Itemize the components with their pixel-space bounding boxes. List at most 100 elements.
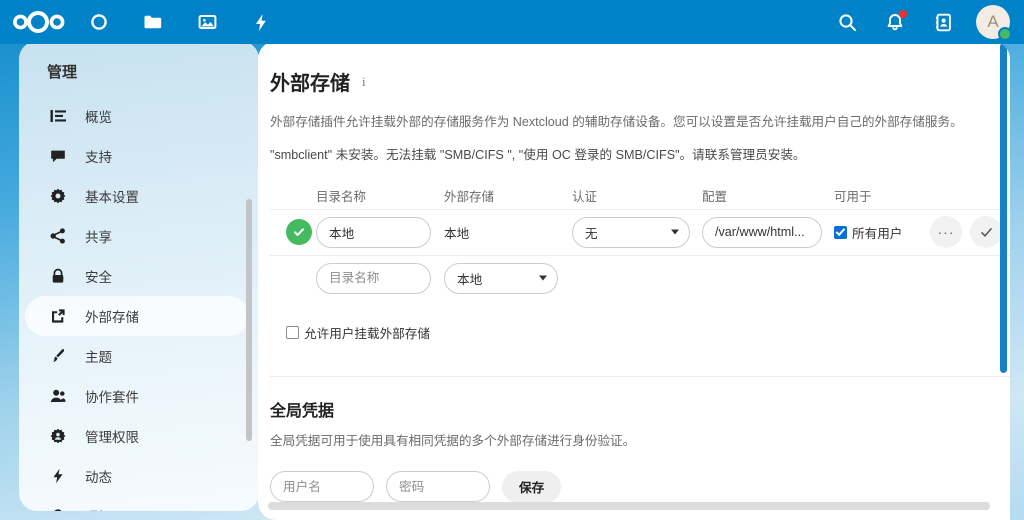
table-header-row: 目录名称 外部存储 认证 配置 可用于: [270, 183, 1010, 209]
row-backend-label: 本地: [444, 226, 470, 241]
sidebar-item-label: 外部存储: [85, 310, 139, 325]
search-icon[interactable]: [832, 7, 862, 37]
admin-gear-icon: [47, 428, 69, 444]
smbclient-warning: "smbclient" 未安装。无法挂载 "SMB/CIFS ", "使用 OC…: [270, 147, 806, 162]
all-users-checkbox[interactable]: 所有用户: [834, 223, 930, 242]
avatar[interactable]: A: [976, 5, 1012, 41]
ellipsis-icon: ···: [937, 224, 955, 241]
sidebar-item-label: 共享: [85, 230, 112, 245]
sidebar-item-support[interactable]: 支持: [25, 136, 249, 176]
notification-badge-dot: [899, 10, 907, 18]
external-storage-table: 目录名称 外部存储 认证 配置 可用于 本地 本地 无 /var/www/htm…: [270, 183, 1010, 301]
username-input[interactable]: [270, 471, 374, 503]
sidebar-item-theming[interactable]: 主题: [25, 336, 249, 376]
row-actions-cell: ···: [930, 216, 1010, 249]
global-credentials-form: 保存: [270, 470, 1010, 503]
nextcloud-logo[interactable]: [0, 11, 78, 33]
column-header-configuration: 配置: [702, 190, 728, 205]
sidebar-item-groupware[interactable]: 协作套件: [25, 376, 249, 416]
checkbox-box: [286, 325, 299, 339]
group-icon: [47, 388, 69, 404]
allow-user-mount-checkbox[interactable]: 允许用户挂载外部存储: [286, 323, 1010, 342]
main-vertical-scrollbar[interactable]: [1000, 43, 1007, 373]
authentication-select-value: 无: [572, 216, 690, 248]
external-link-icon: [47, 308, 69, 324]
sidebar-item-label: 主题: [85, 350, 112, 365]
brush-icon: [47, 348, 69, 364]
sidebar-item-label: 动态: [85, 470, 112, 485]
list-icon: [47, 108, 69, 124]
global-credentials-section: 全局凭据 全局凭据可用于使用具有相同凭据的多个外部存储进行身份验证。 保存: [270, 375, 1010, 503]
sidebar-item-security[interactable]: 安全: [25, 256, 249, 296]
main-content-panel: 外部存储 i 外部存储插件允许挂载外部的存储服务作为 Nextcloud 的辅助…: [258, 41, 1010, 520]
configuration-input[interactable]: [702, 216, 822, 248]
table-row: 本地 无 所有用户: [270, 208, 1010, 255]
sidebar-item-notifications[interactable]: 通知: [25, 496, 249, 511]
notifications-bell-icon[interactable]: [880, 7, 910, 37]
app-header: A: [0, 0, 1024, 44]
main-horizontal-scrollbar[interactable]: [268, 502, 990, 510]
sidebar-title: 管理: [47, 64, 78, 81]
new-backend-select-value: 本地: [444, 262, 558, 294]
new-row-backend-cell: 本地: [444, 262, 704, 294]
sidebar-item-basic-settings[interactable]: 基本设置: [25, 176, 249, 216]
status-ok-icon: [286, 219, 312, 246]
authentication-select[interactable]: 无: [572, 216, 690, 248]
lightning-icon[interactable]: [244, 5, 278, 39]
settings-sidebar: 管理 概览 支持 基本设置 共享 安全 外部存储 主题 协作套件 管理权限 动态: [19, 41, 259, 511]
folder-icon[interactable]: [136, 5, 170, 39]
info-icon[interactable]: i: [362, 74, 366, 90]
sidebar-item-activity[interactable]: 动态: [25, 456, 249, 496]
new-backend-select[interactable]: 本地: [444, 262, 558, 294]
column-header-authentication: 认证: [572, 190, 598, 205]
sidebar-item-label: 基本设置: [85, 190, 139, 205]
header-actions: A: [832, 5, 1024, 41]
global-credentials-description: 全局凭据可用于使用具有相同凭据的多个外部存储进行身份验证。: [270, 433, 636, 448]
gear-icon: [47, 188, 69, 204]
external-storage-description: 外部存储插件允许挂载外部的存储服务作为 Nextcloud 的辅助存储设备。您可…: [270, 115, 963, 129]
save-button[interactable]: 保存: [502, 470, 562, 503]
sidebar-item-external-storage[interactable]: 外部存储: [25, 296, 249, 336]
lightning-icon: [47, 468, 69, 484]
nav-icons: [82, 5, 278, 39]
folder-name-input[interactable]: [316, 216, 431, 248]
column-header-available-for: 可用于: [834, 190, 872, 205]
new-row-folder-name-cell: [316, 262, 444, 294]
row-save-button[interactable]: [970, 216, 1002, 249]
column-header-folder-name: 目录名称: [316, 190, 367, 205]
page-header: 外部存储 i: [270, 67, 1010, 96]
row-status-cell: [270, 219, 316, 246]
bell-icon: [47, 508, 69, 511]
column-header-external-storage: 外部存储: [444, 190, 495, 205]
sidebar-scrollbar[interactable]: [246, 199, 252, 441]
row-auth-cell: 无: [572, 216, 702, 248]
avatar-online-status: [998, 27, 1012, 41]
global-credentials-title: 全局凭据: [270, 402, 335, 420]
sidebar-item-label: 支持: [85, 150, 112, 165]
sidebar-item-label: 通知: [85, 506, 112, 511]
row-more-options-button[interactable]: ···: [930, 216, 962, 249]
circle-icon[interactable]: [82, 5, 116, 39]
sidebar-item-label: 协作套件: [85, 390, 139, 405]
sidebar-item-label: 管理权限: [85, 430, 139, 445]
check-icon: [980, 227, 992, 237]
photos-icon[interactable]: [190, 5, 224, 39]
sidebar-item-admin-privileges[interactable]: 管理权限: [25, 416, 249, 456]
row-config-cell: [702, 216, 834, 248]
sidebar-item-sharing[interactable]: 共享: [25, 216, 249, 256]
table-row-new: 本地: [270, 254, 1010, 301]
password-input[interactable]: [386, 471, 490, 503]
contacts-icon[interactable]: [928, 7, 958, 37]
page-title: 外部存储: [270, 73, 350, 95]
all-users-label: 所有用户: [852, 226, 903, 241]
sidebar-item-overview[interactable]: 概览: [25, 96, 249, 136]
sidebar-item-label: 概览: [85, 110, 112, 125]
row-folder-name-cell: [316, 216, 444, 248]
lock-icon: [47, 268, 69, 284]
allow-user-mount-label: 允许用户挂载外部存储: [304, 326, 430, 341]
sidebar-item-label: 安全: [85, 270, 112, 285]
row-available-cell: 所有用户: [834, 223, 930, 242]
checkbox-box: [834, 225, 847, 239]
new-folder-name-input[interactable]: [316, 262, 431, 294]
allow-user-mount-row: 允许用户挂载外部存储: [286, 323, 1010, 342]
